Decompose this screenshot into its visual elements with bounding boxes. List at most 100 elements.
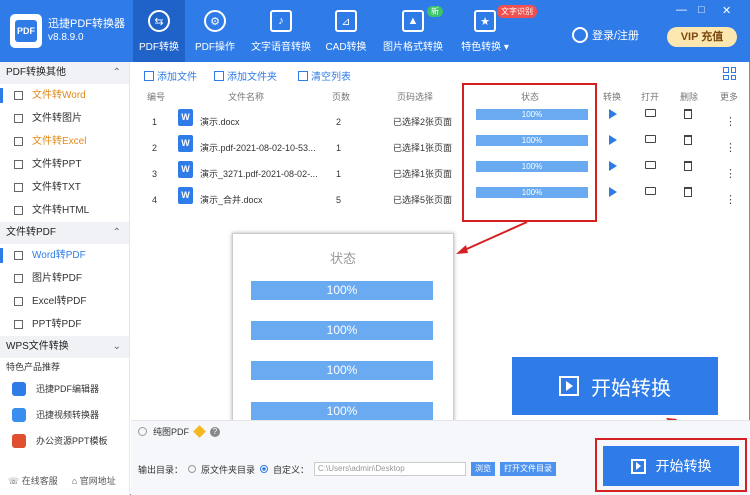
clear-list-button[interactable]: 清空列表 [298,68,351,83]
sidebar-item-file-to-ppt[interactable]: 文件转PPT [0,153,129,176]
sidebar-item-ppt-to-pdf[interactable]: PPT转PDF [0,313,129,336]
pure-pdf-option[interactable]: 纯图PDF ? [138,425,221,438]
start-label: 开始转换 [591,377,671,400]
sidebar-section-wps[interactable]: WPS文件转换 ⌄ [0,336,129,358]
page-selection[interactable]: 已选择1张页面 [393,135,452,161]
sidebar-item-word-to-pdf[interactable]: Word转PDF [0,244,129,267]
play-icon[interactable] [609,161,617,171]
chevron-down-icon: ▾ [503,42,509,53]
folder-icon[interactable] [645,109,656,117]
more-icon[interactable]: ⋮ [725,109,736,135]
play-icon[interactable] [609,135,617,145]
more-icon[interactable]: ⋮ [725,135,736,161]
page-selection[interactable]: 已选择5张页面 [393,187,452,213]
word-file-icon: W [178,187,193,204]
output-path-input[interactable]: C:\Users\admin\Desktop [314,462,467,476]
open-folder-button[interactable]: 打开文件目录 [500,462,557,476]
active-indicator [0,248,3,263]
pure-pdf-checkbox[interactable] [138,427,147,436]
doc-icon [14,251,23,260]
grid-view-icon[interactable] [723,67,736,80]
folder-icon[interactable] [645,187,656,195]
image-icon [14,114,23,123]
start-convert-button[interactable]: 开始转换 [603,446,739,486]
pure-pdf-label: 纯图PDF [153,427,190,437]
play-icon[interactable] [609,187,617,197]
vip-button[interactable]: VIP 充值 [667,27,737,47]
trash-icon[interactable] [684,161,692,171]
more-icon[interactable]: ⋮ [725,161,736,187]
col-pages: 页数 [332,92,351,102]
txt-icon [14,183,23,192]
browse-button[interactable]: 浏览 [471,462,496,476]
add-file-button[interactable]: 添加文件 [144,68,197,83]
sidebar-item-excel-to-pdf[interactable]: Excel转PDF [0,290,129,313]
minimize-button[interactable]: — [676,4,687,16]
image-icon: ▲ [402,10,424,32]
featured-title: 特色产品推荐 [6,362,61,372]
folder-icon[interactable] [645,161,656,169]
radio-custom[interactable] [260,465,269,473]
sidebar-item-file-to-excel[interactable]: 文件转Excel [0,130,129,153]
table-row[interactable]: 1 W 演示.docx 2 已选择2张页面 100% ⋮ [131,109,750,135]
folder-icon[interactable] [645,135,656,143]
sidebar-item-file-to-txt[interactable]: 文件转TXT [0,176,129,199]
app-logo: PDF [10,14,42,48]
page-selection[interactable]: 已选择2张页面 [393,109,452,135]
nav-text-audio[interactable]: ♪ 文字语音转换 [248,0,314,62]
row-number: 2 [152,143,158,153]
nav-cad[interactable]: ⊿ CAD转换 [322,0,370,62]
maximize-button[interactable]: □ [698,4,705,16]
item-label: Excel转PDF [32,296,87,307]
help-icon[interactable]: ? [210,426,221,437]
nav-pdf-convert[interactable]: ⇆ PDF转换 [133,0,185,62]
radio-original-folder[interactable] [188,465,197,473]
sidebar-section-pdf-other[interactable]: PDF转换其他 ⌃ [0,62,129,84]
product-video-converter[interactable]: 迅捷视频转换器 [0,402,129,428]
zoom-progress-bar: 100% [251,281,433,300]
ppt-template-icon [12,434,26,448]
ocr-badge[interactable]: 文字识别 [497,5,537,18]
nav-label: 图片格式转换 [383,42,443,53]
html-icon [14,206,23,215]
sidebar-item-file-to-html[interactable]: 文件转HTML [0,199,129,222]
item-label: 文件转图片 [32,113,82,124]
sidebar-section-to-pdf[interactable]: 文件转PDF ⌃ [0,222,129,244]
add-folder-label: 添加文件夹 [227,72,277,83]
item-label: 文件转Word [32,90,86,101]
product-pdf-editor[interactable]: 迅捷PDF编辑器 [0,376,129,402]
table-header: 编号 文件名称 页数 页码选择 状态 转换 打开 删除 更多 [131,90,750,110]
word-file-icon: W [178,109,193,126]
website-link[interactable]: ⌂ 官网地址 [72,474,116,487]
nav-label: 文字语音转换 [251,42,311,53]
more-icon[interactable]: ⋮ [725,187,736,213]
trash-icon[interactable] [684,187,692,197]
file-name: 演示.pdf-2021-08-02-10-53... [200,143,316,153]
col-convert: 转换 [603,92,622,102]
start-label: 开始转换 [655,458,712,474]
file-name: 演示.docx [200,117,240,127]
ppt-icon [14,160,23,169]
online-service-link[interactable]: ☏ 在线客服 [8,474,58,487]
page-count: 1 [336,169,342,179]
nav-pdf-operate[interactable]: ⚙ PDF操作 [190,0,240,62]
close-button[interactable]: ✕ [722,4,731,17]
login-button[interactable]: 登录/注册 [572,27,639,43]
trash-icon[interactable] [684,135,692,145]
page-selection[interactable]: 已选择1张页面 [393,161,452,187]
product-label: 迅捷视频转换器 [36,410,100,420]
convert-icon: ⇆ [148,10,170,32]
add-folder-button[interactable]: 添加文件夹 [214,68,277,83]
table-row[interactable]: 4 W 演示_合并.docx 5 已选择5张页面 100% ⋮ [131,187,750,213]
row-number: 1 [152,117,158,127]
table-row[interactable]: 3 W 演示_3271.pdf-2021-08-02-... 1 已选择1张页面… [131,161,750,187]
product-ppt-templates[interactable]: 办公资源PPT模板 [0,428,129,454]
trash-icon[interactable] [684,109,692,119]
sidebar-item-image-to-pdf[interactable]: 图片转PDF [0,267,129,290]
play-icon[interactable] [609,109,617,119]
col-more: 更多 [720,92,739,102]
app-title: 迅捷PDF转换器 [48,18,125,30]
table-row[interactable]: 2 W 演示.pdf-2021-08-02-10-53... 1 已选择1张页面… [131,135,750,161]
sidebar-item-file-to-word[interactable]: 文件转Word [0,84,129,107]
sidebar-item-file-to-image[interactable]: 文件转图片 [0,107,129,130]
